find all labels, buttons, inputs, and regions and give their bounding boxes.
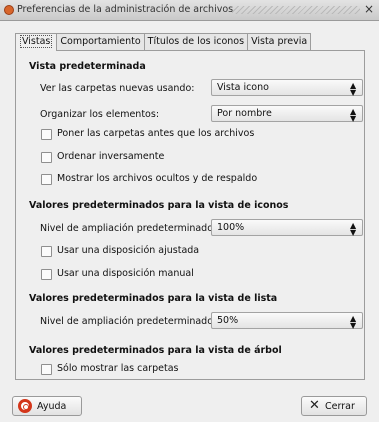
section-icon-view: Valores predeterminados para la vista de… <box>29 200 289 211</box>
combo-arrows-icon: ▲▼ <box>350 81 357 97</box>
open-with-combo[interactable]: Vista icono ▲▼ <box>211 79 363 97</box>
combo-arrows-icon: ▲▼ <box>350 107 357 123</box>
folders-only-label: Sólo mostrar las carpetas <box>57 363 179 374</box>
app-icon <box>4 5 14 15</box>
section-default-view: Vista predeterminada <box>29 61 146 72</box>
icon-zoom-value: 100% <box>217 222 245 233</box>
reverse-order-label: Ordenar inversamente <box>57 151 165 162</box>
compact-layout-checkbox[interactable] <box>41 246 52 257</box>
icon-zoom-label: Nivel de ampliación predeterminado: <box>40 223 217 234</box>
tab-vista-previa[interactable]: Vista previa <box>247 33 312 50</box>
combo-arrows-icon: ▲▼ <box>350 314 357 330</box>
help-button-label: Ayuda <box>37 401 67 412</box>
list-zoom-value: 50% <box>217 315 239 326</box>
tab-titulos-iconos[interactable]: Títulos de los iconos <box>143 33 249 50</box>
arrange-label: Organizar los elementos: <box>40 109 160 120</box>
open-with-value: Vista icono <box>217 82 269 93</box>
help-button[interactable]: Ayuda <box>12 396 82 416</box>
arrange-combo[interactable]: Por nombre ▲▼ <box>211 105 363 123</box>
reverse-order-checkbox[interactable] <box>41 152 52 163</box>
show-hidden-checkbox[interactable] <box>41 174 52 185</box>
arrange-value: Por nombre <box>217 108 272 119</box>
close-window-icon[interactable]: × <box>362 2 376 16</box>
titlebar-grip[interactable] <box>232 6 360 14</box>
folders-only-checkbox[interactable] <box>41 364 52 375</box>
tab-vistas-label: Vistas <box>20 35 53 48</box>
tab-comportamiento[interactable]: Comportamiento <box>56 33 145 50</box>
close-icon: ✕ <box>309 398 320 413</box>
compact-layout-label: Usar una disposición ajustada <box>57 245 200 256</box>
manual-layout-checkbox[interactable] <box>41 269 52 280</box>
window-title: Preferencias de la administración de arc… <box>17 4 234 15</box>
combo-arrows-icon: ▲▼ <box>350 221 357 237</box>
folders-first-label: Poner las carpetas antes que los archivo… <box>57 128 255 139</box>
list-zoom-label: Nivel de ampliación predeterminado: <box>40 316 217 327</box>
close-button-label: Cerrar <box>325 401 355 412</box>
title-bar[interactable]: Preferencias de la administración de arc… <box>0 0 379 21</box>
tab-panel <box>15 50 365 380</box>
tab-vistas[interactable]: Vistas <box>15 33 58 51</box>
open-with-label: Ver las carpetas nuevas usando: <box>40 83 195 94</box>
manual-layout-label: Usar una disposición manual <box>57 268 194 279</box>
section-tree-view: Valores predeterminados para la vista de… <box>29 345 282 356</box>
list-zoom-combo[interactable]: 50% ▲▼ <box>211 312 363 330</box>
tab-bar: Vistas Comportamiento Títulos de los ico… <box>15 33 312 51</box>
folders-first-checkbox[interactable] <box>41 129 52 140</box>
lifebuoy-icon <box>18 399 32 413</box>
close-button[interactable]: ✕ Cerrar <box>301 396 367 416</box>
show-hidden-label: Mostrar los archivos ocultos y de respal… <box>57 173 258 184</box>
section-list-view: Valores predeterminados para la vista de… <box>29 293 278 304</box>
icon-zoom-combo[interactable]: 100% ▲▼ <box>211 219 363 237</box>
